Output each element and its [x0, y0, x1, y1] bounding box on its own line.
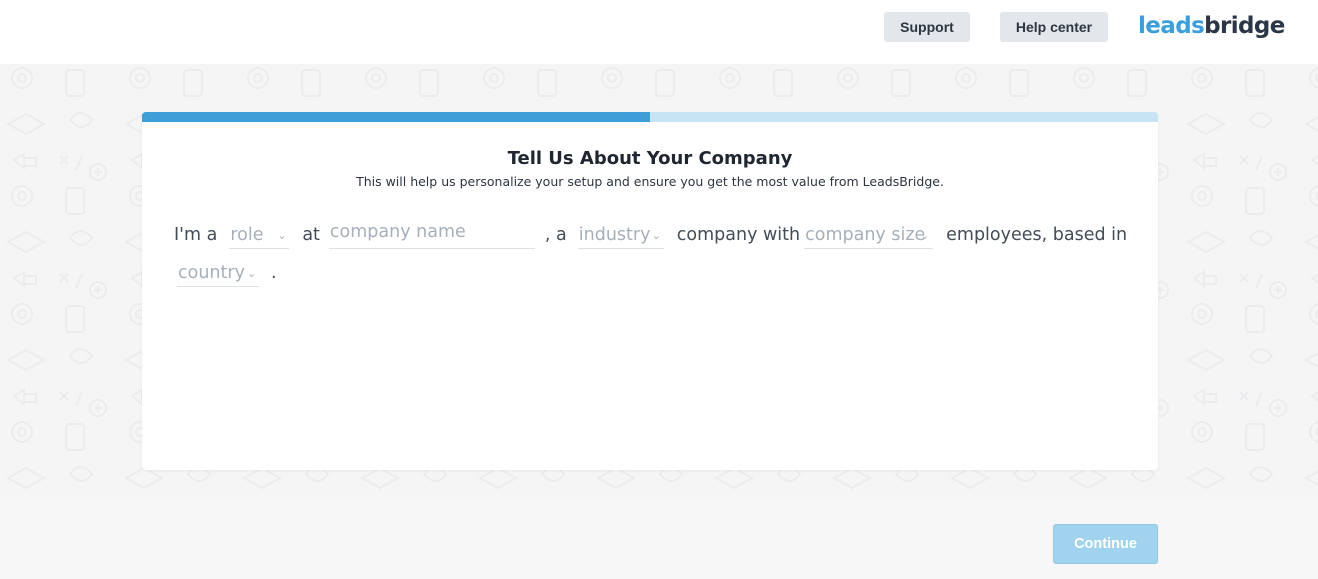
logo-bridge-text: bridge	[1204, 13, 1285, 39]
sentence-company-with: company with	[676, 225, 801, 245]
leadsbridge-logo[interactable]: leadsbridge	[1138, 11, 1285, 41]
top-bar: Support Help center leadsbridge	[0, 0, 1318, 64]
chevron-down-icon: ⌄	[651, 229, 661, 242]
role-select[interactable]: role ⌄	[229, 216, 290, 249]
country-select[interactable]: country ⌄	[177, 254, 259, 287]
continue-button[interactable]: Continue	[1053, 524, 1158, 564]
logo-leads-text: leads	[1138, 13, 1205, 39]
help-center-button[interactable]: Help center	[1000, 12, 1108, 42]
chevron-down-icon: ⌄	[920, 229, 930, 242]
company-info-card: Tell Us About Your Company This will hel…	[142, 112, 1158, 470]
sentence-at: at	[302, 225, 320, 245]
card-title: Tell Us About Your Company	[507, 148, 793, 169]
sentence-im-a: I'm a	[174, 225, 218, 245]
company-size-placeholder: company size	[805, 225, 926, 245]
chevron-down-icon: ⌄	[277, 229, 287, 242]
role-placeholder: role	[230, 225, 264, 245]
card-subtitle: This will help us personalize your setup…	[356, 174, 944, 189]
company-size-select[interactable]: company size ⌄	[804, 216, 934, 249]
industry-placeholder: industry	[578, 225, 651, 245]
company-name-input[interactable]	[328, 216, 535, 249]
sentence-period: .	[271, 263, 277, 283]
sentence-employees-based-in: employees, based in	[946, 225, 1128, 245]
country-placeholder: country	[178, 263, 245, 283]
company-sentence-form: I'm arole⌄at, aindustry⌄company withcomp…	[174, 216, 1134, 292]
industry-select[interactable]: industry ⌄	[577, 216, 664, 249]
progress-bar-fill	[142, 112, 650, 122]
progress-bar	[142, 112, 1158, 122]
sentence-comma-a: , a	[544, 225, 567, 245]
support-button[interactable]: Support	[884, 12, 970, 42]
chevron-down-icon: ⌄	[247, 267, 257, 280]
